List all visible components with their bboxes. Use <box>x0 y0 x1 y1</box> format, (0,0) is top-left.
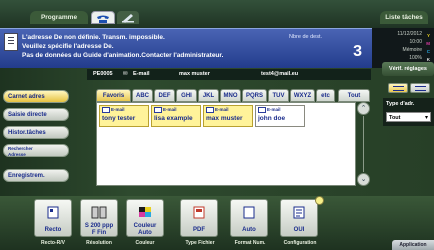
application-button[interactable]: Application <box>392 240 434 250</box>
duplex-value: Recto <box>44 227 62 233</box>
contact-name: max muster <box>206 115 243 122</box>
tab-etc[interactable]: etc <box>316 89 335 102</box>
configuration-button[interactable]: OUI <box>280 199 318 237</box>
email-type-label: E-mail <box>154 107 177 113</box>
scroll-track <box>363 116 364 172</box>
tab-tout[interactable]: Tout <box>338 89 370 102</box>
scan-size-value: Auto <box>242 227 256 233</box>
scan-tab[interactable] <box>117 11 139 24</box>
contact-name: lisa example <box>154 115 193 122</box>
color-icon <box>139 207 151 217</box>
tab-mno[interactable]: MNO <box>220 89 241 102</box>
configuration-label: Configuration <box>283 240 317 246</box>
email-type-label: E-mail <box>102 107 125 113</box>
file-type-value: PDF <box>193 227 205 233</box>
sender-type: E-mail <box>133 71 150 77</box>
search-address-label-2: Adresse <box>8 151 26 157</box>
sender-email: test4@mail.eu <box>261 71 299 77</box>
duplex-button[interactable]: Recto <box>34 199 72 237</box>
job-history-button[interactable]: Histor.tâches <box>3 126 69 139</box>
toner-y: Y <box>426 33 430 38</box>
scroll-up-button[interactable]: ⌃ <box>357 102 370 115</box>
email-type-label: E-mail <box>258 107 281 113</box>
tab-def[interactable]: DEF <box>154 89 175 102</box>
pdf-file-icon <box>193 206 205 219</box>
search-address-button[interactable]: Rechercher Adresse <box>3 144 69 157</box>
message-panel: L'adresse De non définie. Transm. imposs… <box>0 28 372 68</box>
tab-tuv[interactable]: TUV <box>268 89 289 102</box>
tab-abc[interactable]: ABC <box>132 89 153 102</box>
color-label: Couleur <box>135 240 155 246</box>
job-list-tab[interactable]: Liste tâches <box>380 11 428 24</box>
sender-name: max muster <box>179 71 210 77</box>
toner-m: M <box>426 41 430 46</box>
sender-bar: PE0005 ✉ E-mail max muster test4@mail.eu <box>87 69 371 80</box>
email-icon: ✉ <box>123 71 128 77</box>
tab-ghi[interactable]: GHI <box>176 89 197 102</box>
scan-icon <box>122 14 134 23</box>
grid-view-button[interactable] <box>388 83 408 93</box>
register-button[interactable]: Enregistrem. <box>3 169 69 182</box>
function-bar: Recto S 200 ppp F Fin Couleur Auto PDF A… <box>0 196 434 250</box>
scan-size-icon <box>243 206 255 219</box>
tab-jkl[interactable]: JKL <box>198 89 219 102</box>
address-book-button[interactable]: Carnet adres <box>3 90 69 103</box>
resolution-value-2: F Fin <box>91 230 107 236</box>
grid-view-icon <box>393 86 404 91</box>
scan-size-button[interactable]: Auto <box>230 199 268 237</box>
document-icon <box>4 33 18 51</box>
destination-count: 3 <box>353 43 362 60</box>
resolution-value: S 200 ppp <box>84 223 114 229</box>
list-scrollbar[interactable]: ⌃ ⌄ <box>357 102 370 186</box>
message-line-3: Pas de données du Guide d'animation.Cont… <box>22 52 224 59</box>
destination-count-label: Nbre de dest. <box>289 34 323 40</box>
tab-wxyz[interactable]: WXYZ <box>290 89 315 102</box>
settings-doc-icon <box>293 206 305 219</box>
file-type-button[interactable]: PDF <box>180 199 218 237</box>
color-value-2: Auto <box>138 230 152 236</box>
duplex-label: Recto-R/V <box>41 240 65 246</box>
message-line-2: Veuillez spécifie l'adresse De. <box>22 43 114 50</box>
status-date: 11/12/2012 <box>397 31 422 37</box>
address-grid: E-mail tony tester E-mail lisa example E… <box>96 102 356 186</box>
direct-input-button[interactable]: Saisie directe <box>3 108 69 121</box>
top-tab-bar: Programme Liste tâches <box>0 0 434 28</box>
status-time: 10:00 <box>409 39 422 45</box>
memory-label: Mémoire <box>402 47 422 53</box>
fax-tab[interactable] <box>91 11 115 24</box>
list-view-icon <box>415 86 426 91</box>
color-button[interactable]: Couleur Auto <box>126 199 164 237</box>
list-view-button[interactable] <box>410 83 430 93</box>
resolution-label: Résolution <box>86 240 112 246</box>
configuration-value: OUI <box>293 227 305 233</box>
page-icon <box>47 206 59 219</box>
sender-id: PE0005 <box>93 71 113 77</box>
toner-c: C <box>426 49 430 54</box>
tab-favoris[interactable]: Favoris <box>96 89 131 102</box>
list-item[interactable]: E-mail john doe <box>255 105 305 127</box>
message-line-1: L'adresse De non définie. Transm. imposs… <box>22 34 165 41</box>
tab-pqrs[interactable]: PQRS <box>242 89 267 102</box>
scroll-down-button[interactable]: ⌄ <box>357 173 370 186</box>
list-item[interactable]: E-mail lisa example <box>151 105 201 127</box>
memory-value: 100% <box>409 55 422 61</box>
list-item[interactable]: E-mail max muster <box>203 105 253 127</box>
address-type-panel: Type d'adr. Tout <box>383 98 434 126</box>
scan-size-label: Format Num. <box>234 240 266 246</box>
main-panel: PE0005 ✉ E-mail max muster test4@mail.eu… <box>0 68 434 196</box>
contact-name: tony tester <box>102 115 136 122</box>
verify-settings-button[interactable]: Vérif. réglages <box>382 62 434 76</box>
notification-badge <box>315 196 324 205</box>
email-type-label: E-mail <box>206 107 229 113</box>
contact-name: john doe <box>258 115 286 122</box>
address-type-label: Type d'adr. <box>386 101 415 107</box>
phone-icon <box>97 15 109 23</box>
address-type-select[interactable]: Tout <box>386 112 431 123</box>
resolution-button[interactable]: S 200 ppp F Fin <box>80 199 118 237</box>
program-tab[interactable]: Programme <box>30 11 88 24</box>
color-value: Couleur <box>133 223 157 229</box>
list-item[interactable]: E-mail tony tester <box>99 105 149 127</box>
resolution-icon <box>91 206 107 219</box>
file-type-label: Type Fichier <box>185 240 215 246</box>
